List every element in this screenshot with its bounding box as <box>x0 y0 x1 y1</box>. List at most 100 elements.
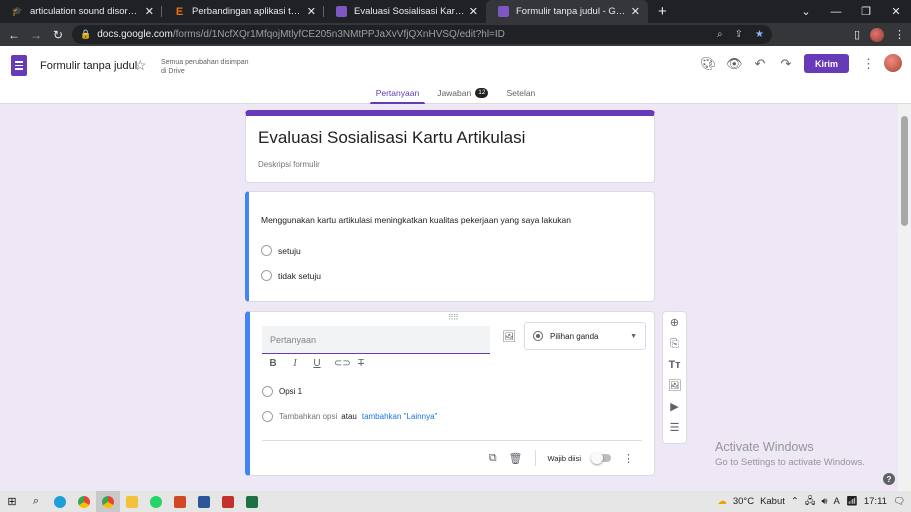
editing-question-card[interactable]: ⠿⠿ Pertanyaan 🖼︎ Pilihan ganda ▼ B I U ⊂… <box>245 311 655 476</box>
chevron-up-icon[interactable]: ⌃ <box>791 496 799 507</box>
add-image-icon[interactable]: 🖼︎ <box>668 379 682 393</box>
chrome-icon[interactable] <box>72 491 96 512</box>
form-description-field[interactable]: Deskripsi formulir <box>258 160 320 169</box>
clock[interactable]: 17:11 <box>864 496 887 507</box>
watermark-line2: Go to Settings to activate Windows. <box>715 457 865 468</box>
minimize-icon[interactable]: — <box>821 0 851 23</box>
help-icon[interactable]: ? <box>883 473 895 485</box>
edge-icon[interactable] <box>48 491 72 512</box>
form-title-card[interactable]: Evaluasi Sosialisasi Kartu Artikulasi De… <box>245 110 655 183</box>
close-icon[interactable]: ✕ <box>469 5 478 18</box>
avatar[interactable] <box>884 54 902 72</box>
weather-icon[interactable]: ☁ <box>717 496 727 507</box>
add-section-icon[interactable]: ☰ <box>670 421 680 435</box>
save-status: Semua perubahan disimpan di Drive <box>161 59 249 75</box>
browser-tab-1[interactable]: 🎓 articulation sound disorders card ✕ <box>0 0 162 23</box>
browser-tab-3[interactable]: Evaluasi Sosialisasi Kartu Artikula ✕ <box>324 0 486 23</box>
reload-icon[interactable]: ↻ <box>47 28 69 42</box>
tab-title: Perbandingan aplikasi terapi artik <box>192 6 303 17</box>
whatsapp-icon[interactable] <box>144 491 168 512</box>
forms-logo-icon[interactable] <box>11 55 27 76</box>
more-options-icon[interactable]: ⋮ <box>623 452 634 465</box>
question-card[interactable]: Menggunakan kartu artikulasi meningkatka… <box>245 191 655 302</box>
undo-icon[interactable]: ↶ <box>752 56 768 72</box>
drag-handle-icon[interactable]: ⠿⠿ <box>448 313 459 322</box>
url-bar[interactable]: 🔒 docs.google.com/forms/d/1NcfXQr1MfqojM… <box>72 25 772 44</box>
tab-questions[interactable]: Pertanyaan <box>369 86 426 104</box>
form-title[interactable]: Evaluasi Sosialisasi Kartu Artikulasi <box>258 128 525 148</box>
bold-icon[interactable]: B <box>268 358 278 369</box>
import-questions-icon[interactable]: ⎘ <box>670 337 679 351</box>
palette-icon[interactable]: 🎨︎ <box>700 56 717 72</box>
grad-cap-icon: 🎓 <box>11 6 24 16</box>
star-icon[interactable]: ☆ <box>134 57 147 74</box>
side-panel-icon[interactable]: ▯ <box>854 28 860 41</box>
chrome-icon[interactable] <box>96 491 120 512</box>
wifi-icon[interactable]: 📶︎ <box>846 496 858 507</box>
tab-search-icon[interactable]: ⌄ <box>791 0 821 23</box>
back-icon[interactable]: ← <box>3 28 25 42</box>
close-icon[interactable]: ✕ <box>145 5 154 18</box>
address-toolbar: ← → ↻ 🔒 docs.google.com/forms/d/1NcfXQr1… <box>0 23 911 46</box>
share-icon[interactable]: ⇪ <box>735 29 743 40</box>
excel-icon[interactable] <box>240 491 264 512</box>
radio-icon <box>262 386 273 397</box>
more-options-icon[interactable]: ⋮ <box>862 56 875 72</box>
option-label[interactable]: Opsi 1 <box>279 387 302 396</box>
powerpoint-icon[interactable] <box>168 491 192 512</box>
windows-start-icon[interactable]: ⊞ <box>0 491 24 512</box>
duplicate-icon[interactable]: ⧉ <box>489 452 497 465</box>
word-icon[interactable] <box>192 491 216 512</box>
tab-responses[interactable]: Jawaban 12 <box>431 86 494 104</box>
send-button[interactable]: Kirim <box>804 54 849 73</box>
forward-icon[interactable]: → <box>25 28 47 42</box>
question-input[interactable]: Pertanyaan <box>262 326 490 354</box>
link-icon[interactable]: ⊂⊃ <box>334 358 351 369</box>
search-icon[interactable]: ⌕ <box>24 491 48 512</box>
close-icon[interactable]: ✕ <box>307 5 316 18</box>
pdf-reader-icon[interactable] <box>216 491 240 512</box>
weather-desc[interactable]: Kabut <box>760 496 785 507</box>
redo-icon[interactable]: ↷ <box>778 56 794 72</box>
required-toggle[interactable] <box>591 452 611 464</box>
tab-label: Pertanyaan <box>375 88 420 98</box>
add-option-button[interactable]: Tambahkan opsi <box>279 412 337 421</box>
document-title[interactable]: Formulir tanpa judul <box>40 60 137 72</box>
close-icon[interactable]: ✕ <box>631 5 640 18</box>
question-type-select[interactable]: Pilihan ganda ▼ <box>524 322 646 350</box>
add-question-icon[interactable]: ⊕ <box>670 316 679 330</box>
weather-temp[interactable]: 30°C <box>733 496 754 507</box>
new-tab-button[interactable]: + <box>648 0 677 23</box>
add-title-icon[interactable]: Tт <box>668 358 680 372</box>
profile-avatar[interactable] <box>870 27 884 42</box>
clear-format-icon[interactable]: T <box>356 358 366 369</box>
file-explorer-icon[interactable] <box>120 491 144 512</box>
volume-icon[interactable]: 🔊︎ <box>821 496 827 507</box>
italic-icon[interactable]: I <box>290 358 300 369</box>
browser-tab-2[interactable]: E Perbandingan aplikasi terapi artik ✕ <box>162 0 324 23</box>
add-other-link[interactable]: tambahkan "Lainnya" <box>362 412 438 421</box>
tab-label: Setelan <box>506 88 536 98</box>
lock-icon[interactable]: 🔒 <box>80 29 91 40</box>
network-icon[interactable]: 🖧︎ <box>805 494 816 510</box>
add-video-icon[interactable]: ▶ <box>670 400 678 414</box>
url-host: docs.google.com <box>97 29 173 40</box>
underline-icon[interactable]: U <box>312 358 322 369</box>
language-icon[interactable]: A <box>833 496 839 507</box>
browser-tab-4[interactable]: Formulir tanpa judul - Google Fo ✕ <box>486 0 648 23</box>
preview-eye-icon[interactable]: 👁︎ <box>726 56 743 72</box>
scrollbar[interactable] <box>898 104 911 491</box>
bookmark-star-icon[interactable]: ★ <box>755 29 764 40</box>
close-window-icon[interactable]: ✕ <box>881 0 911 23</box>
add-image-icon[interactable]: 🖼︎ <box>502 330 516 343</box>
restore-icon[interactable]: ❐ <box>851 0 881 23</box>
browser-extras: ▯ ⋮ <box>854 23 905 46</box>
notification-icon[interactable]: 🗨︎ <box>893 496 905 507</box>
option-item[interactable]: Opsi 1 <box>262 386 302 397</box>
delete-icon[interactable]: 🗑︎ <box>509 452 523 465</box>
search-icon[interactable]: ⌕ <box>717 29 723 40</box>
required-label: Wajib diisi <box>547 453 581 463</box>
tab-settings[interactable]: Setelan <box>500 86 541 104</box>
browser-menu-icon[interactable]: ⋮ <box>894 28 905 41</box>
scrollbar-thumb[interactable] <box>901 116 908 226</box>
